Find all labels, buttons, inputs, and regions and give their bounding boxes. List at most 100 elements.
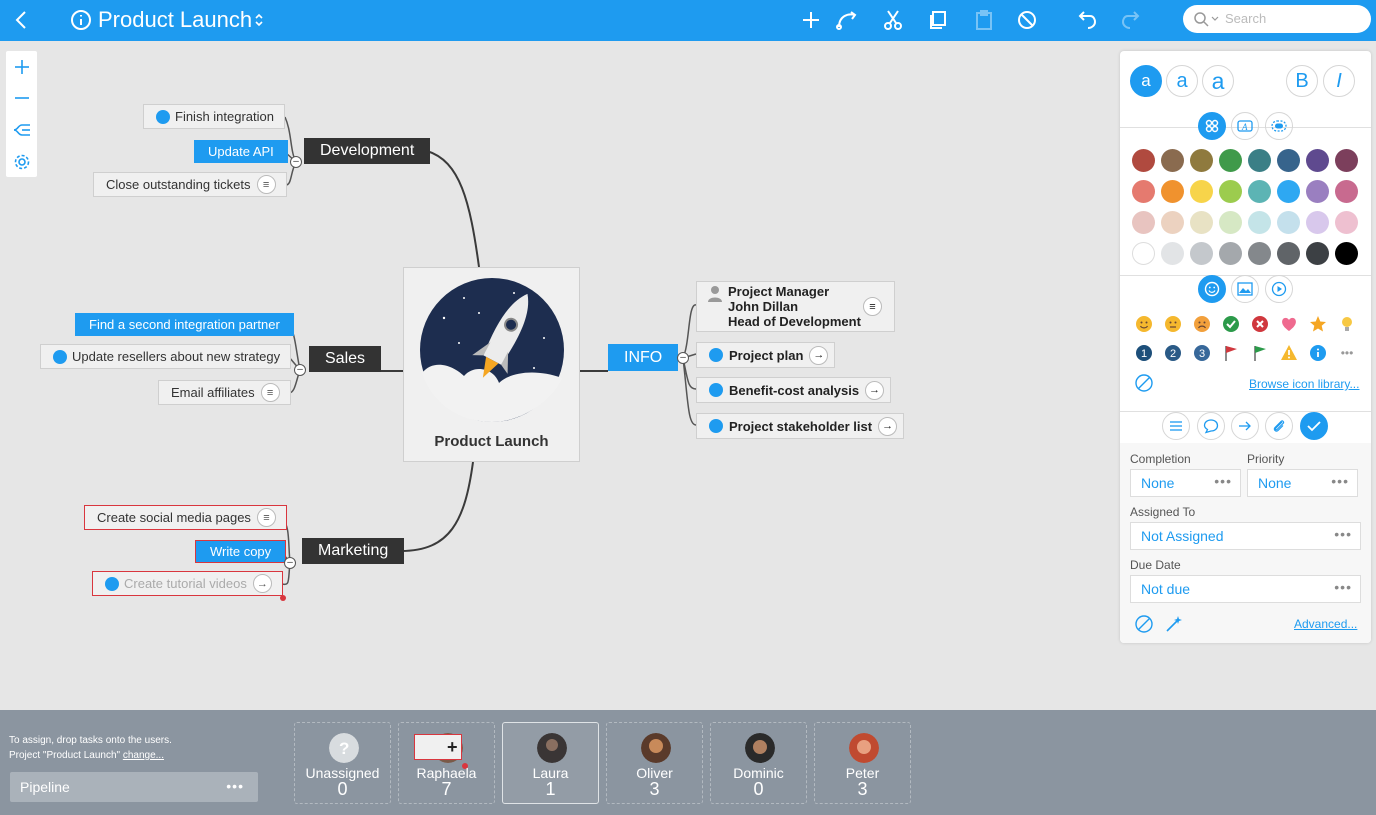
info-badge-icon[interactable]: [1308, 343, 1328, 363]
link-arrow-icon[interactable]: →: [878, 416, 898, 436]
color-swatch[interactable]: [1306, 180, 1329, 203]
priority-dropdown[interactable]: None •••: [1247, 469, 1358, 497]
info-icon[interactable]: [66, 5, 96, 35]
assigned-to-dropdown[interactable]: Not Assigned •••: [1130, 522, 1361, 550]
change-project-link[interactable]: change...: [123, 750, 164, 761]
collapse-icon[interactable]: –: [290, 156, 302, 168]
color-swatch[interactable]: [1219, 149, 1242, 172]
border-color-tab-icon[interactable]: [1265, 112, 1293, 140]
task-create-tutorial-videos[interactable]: Create tutorial videos →: [92, 571, 283, 596]
font-size-small-button[interactable]: a: [1130, 65, 1162, 97]
color-swatch[interactable]: [1277, 242, 1300, 265]
user-oliver[interactable]: Oliver 3: [606, 722, 703, 804]
pipeline-dropdown[interactable]: Pipeline •••: [10, 772, 258, 802]
resource-project-plan[interactable]: Project plan →: [696, 342, 836, 368]
task-update-resellers[interactable]: Update resellers about new strategy: [40, 344, 292, 369]
magic-wand-icon[interactable]: [1164, 614, 1184, 634]
color-swatch[interactable]: [1190, 149, 1213, 172]
image-tab-icon[interactable]: [1231, 275, 1259, 303]
check-icon[interactable]: [1221, 314, 1241, 334]
color-swatch[interactable]: [1190, 242, 1213, 265]
notes-icon[interactable]: ≡: [863, 297, 882, 316]
task-email-affiliates[interactable]: Email affiliates ≡: [158, 380, 291, 405]
color-swatch[interactable]: [1161, 242, 1184, 265]
emoji-tab-icon[interactable]: [1198, 275, 1226, 303]
user-laura[interactable]: Laura 1: [502, 722, 599, 804]
copy-icon[interactable]: [923, 5, 953, 35]
completion-dropdown[interactable]: None •••: [1130, 469, 1241, 497]
collapse-icon[interactable]: –: [284, 557, 296, 569]
central-topic[interactable]: Product Launch: [403, 267, 580, 462]
color-swatch[interactable]: [1132, 180, 1155, 203]
color-swatch[interactable]: [1190, 180, 1213, 203]
link-arrow-icon[interactable]: →: [809, 345, 829, 365]
color-swatch[interactable]: [1335, 149, 1358, 172]
color-swatch[interactable]: [1306, 242, 1329, 265]
color-swatch[interactable]: [1248, 242, 1271, 265]
due-date-dropdown[interactable]: Not due •••: [1130, 575, 1361, 603]
task-find-second-integration-partner[interactable]: Find a second integration partner: [75, 313, 294, 336]
attachment-tab-icon[interactable]: [1265, 412, 1293, 440]
video-tab-icon[interactable]: [1265, 275, 1293, 303]
color-swatch[interactable]: [1190, 211, 1213, 234]
italic-button[interactable]: I: [1323, 65, 1355, 97]
branch-marketing[interactable]: Marketing: [302, 538, 405, 564]
undo-icon[interactable]: [1071, 5, 1101, 35]
branch-development[interactable]: Development: [304, 138, 431, 164]
color-swatch[interactable]: [1161, 149, 1184, 172]
heart-icon[interactable]: [1279, 314, 1299, 334]
task-write-copy[interactable]: Write copy: [195, 540, 287, 563]
color-swatch[interactable]: [1277, 211, 1300, 234]
search-field[interactable]: Search: [1183, 5, 1371, 33]
priority-2-icon[interactable]: 2: [1163, 343, 1183, 363]
document-title[interactable]: Product Launch: [98, 6, 252, 34]
cross-icon[interactable]: [1250, 314, 1270, 334]
user-unassigned[interactable]: ? Unassigned 0: [294, 722, 391, 804]
link-arrow-icon[interactable]: →: [865, 380, 885, 400]
user-peter[interactable]: Peter 3: [814, 722, 911, 804]
branch-info[interactable]: INFO: [608, 344, 679, 371]
notes-tab-icon[interactable]: [1162, 412, 1190, 440]
priority-1-icon[interactable]: 1: [1134, 343, 1154, 363]
lightbulb-icon[interactable]: [1337, 314, 1357, 334]
text-color-tab-icon[interactable]: A: [1231, 112, 1259, 140]
color-swatch[interactable]: [1306, 149, 1329, 172]
color-swatch[interactable]: [1219, 180, 1242, 203]
sad-face-icon[interactable]: [1192, 314, 1212, 334]
delete-icon[interactable]: [1012, 5, 1042, 35]
relation-icon[interactable]: [832, 5, 862, 35]
color-swatch[interactable]: [1161, 180, 1184, 203]
notes-icon[interactable]: ≡: [256, 508, 276, 527]
collapse-icon[interactable]: –: [677, 352, 689, 364]
color-swatch[interactable]: [1132, 149, 1155, 172]
color-swatch[interactable]: [1335, 180, 1358, 203]
title-switcher-icon[interactable]: [244, 5, 274, 35]
notes-icon[interactable]: ≡: [256, 175, 276, 194]
task-info-tab-icon[interactable]: [1300, 412, 1328, 440]
mind-map-canvas[interactable]: Development Finish integration Update AP…: [0, 41, 1120, 710]
red-flag-icon[interactable]: [1221, 343, 1241, 363]
branch-sales[interactable]: Sales: [309, 346, 382, 372]
resource-benefit-cost-analysis[interactable]: Benefit-cost analysis →: [696, 377, 892, 403]
task-update-api[interactable]: Update API: [194, 140, 288, 163]
priority-3-icon[interactable]: 3: [1192, 343, 1212, 363]
star-icon[interactable]: [1308, 314, 1328, 334]
color-swatch[interactable]: [1132, 242, 1155, 265]
collapse-icon[interactable]: –: [294, 364, 306, 376]
notes-icon[interactable]: ≡: [260, 383, 280, 402]
font-size-large-button[interactable]: a: [1202, 65, 1234, 97]
color-swatch[interactable]: [1248, 180, 1271, 203]
comments-tab-icon[interactable]: [1197, 412, 1225, 440]
color-swatch[interactable]: [1306, 211, 1329, 234]
clear-icon-button-icon[interactable]: [1134, 373, 1154, 393]
neutral-face-icon[interactable]: [1163, 314, 1183, 334]
fill-color-tab-icon[interactable]: [1198, 112, 1226, 140]
color-swatch[interactable]: [1248, 211, 1271, 234]
green-flag-icon[interactable]: [1250, 343, 1270, 363]
more-icons-icon[interactable]: •••: [1337, 343, 1357, 363]
task-create-social-media-pages[interactable]: Create social media pages ≡: [84, 505, 287, 530]
color-swatch[interactable]: [1219, 211, 1242, 234]
color-swatch[interactable]: [1219, 242, 1242, 265]
color-swatch[interactable]: [1335, 211, 1358, 234]
color-swatch[interactable]: [1335, 242, 1358, 265]
